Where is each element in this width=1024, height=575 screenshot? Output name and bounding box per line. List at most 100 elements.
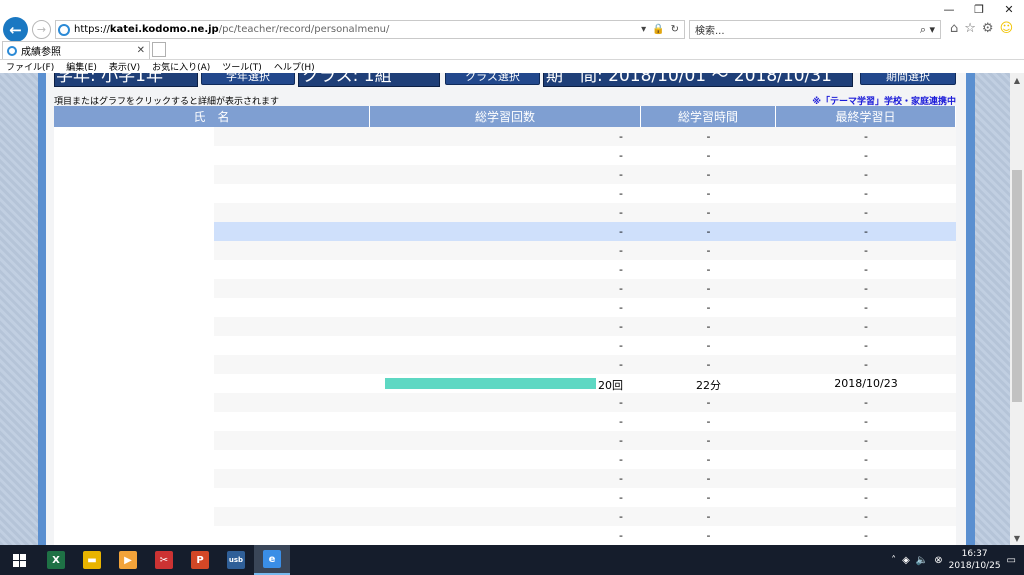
study-count-bar[interactable] <box>385 378 596 389</box>
table-row[interactable]: --- <box>54 203 956 222</box>
study-count-cell[interactable]: - <box>370 431 641 450</box>
study-count-cell[interactable]: - <box>370 146 641 165</box>
student-name-cell[interactable] <box>54 317 370 336</box>
student-name-cell[interactable] <box>54 241 370 260</box>
column-header-name[interactable]: 氏 名 <box>54 106 370 127</box>
table-row[interactable]: 20回 22分 2018/10/23 <box>54 374 956 393</box>
table-row[interactable]: --- <box>54 241 956 260</box>
student-name-cell[interactable] <box>54 184 370 203</box>
menu-file[interactable]: ファイル(F) <box>6 60 54 73</box>
media-player-app[interactable]: ▶ <box>110 545 146 575</box>
student-name-cell[interactable] <box>54 393 370 412</box>
table-row[interactable]: --- <box>54 488 956 507</box>
address-bar[interactable]: https:// katei.kodomo.ne.jp /pc/teacher/… <box>55 20 685 39</box>
table-row[interactable]: --- <box>54 450 956 469</box>
back-button[interactable]: ← <box>3 17 28 42</box>
table-row[interactable]: --- <box>54 393 956 412</box>
tab-active[interactable]: 成績参照 ✕ <box>2 41 150 59</box>
menu-edit[interactable]: 編集(E) <box>66 60 97 73</box>
close-icon[interactable]: ✕ <box>994 0 1024 18</box>
menu-help[interactable]: ヘルプ(H) <box>274 60 315 73</box>
table-row[interactable]: --- <box>54 412 956 431</box>
restore-icon[interactable]: ❐ <box>964 0 994 18</box>
scroll-thumb[interactable] <box>1012 170 1022 402</box>
table-row[interactable]: --- <box>54 165 956 184</box>
student-name-cell[interactable] <box>54 127 370 146</box>
column-header-count[interactable]: 総学習回数 <box>370 106 641 127</box>
table-row[interactable]: --- <box>54 507 956 526</box>
file-explorer-app[interactable]: ▬ <box>74 545 110 575</box>
table-row[interactable]: --- <box>54 336 956 355</box>
forward-button[interactable]: → <box>32 20 51 39</box>
gear-icon[interactable]: ⚙ <box>982 21 994 36</box>
search-icon[interactable]: ⌕ ▾ <box>920 23 940 37</box>
study-count-cell[interactable]: 20回 <box>370 374 641 393</box>
study-count-cell[interactable]: - <box>370 203 641 222</box>
student-name-cell[interactable] <box>54 336 370 355</box>
study-count-cell[interactable]: - <box>370 241 641 260</box>
network-icon[interactable]: ◈ <box>902 555 910 566</box>
column-header-last-date[interactable]: 最終学習日 <box>776 106 956 127</box>
student-name-cell[interactable] <box>54 469 370 488</box>
study-count-cell[interactable]: - <box>370 450 641 469</box>
study-count-cell[interactable]: - <box>370 298 641 317</box>
table-row[interactable]: --- <box>54 298 956 317</box>
tab-close-icon[interactable]: ✕ <box>137 45 149 56</box>
star-icon[interactable]: ☆ <box>964 21 976 36</box>
powerpoint-app[interactable]: P <box>182 545 218 575</box>
student-name-cell[interactable] <box>54 260 370 279</box>
student-name-cell[interactable] <box>54 374 370 393</box>
study-count-cell[interactable]: - <box>370 526 641 545</box>
clock[interactable]: 16:37 2018/10/25 <box>949 548 1001 572</box>
study-count-cell[interactable]: - <box>370 279 641 298</box>
table-row[interactable]: --- <box>54 317 956 336</box>
usb-app[interactable]: usb <box>218 545 254 575</box>
table-row[interactable]: --- <box>54 526 956 545</box>
vertical-scrollbar[interactable]: ▲ ▼ <box>1010 73 1024 545</box>
menu-favorites[interactable]: お気に入り(A) <box>152 60 210 73</box>
table-row[interactable]: --- <box>54 146 956 165</box>
study-count-cell[interactable]: - <box>370 355 641 374</box>
study-count-cell[interactable]: - <box>370 469 641 488</box>
internet-explorer-app[interactable]: e <box>254 545 290 575</box>
excel-app[interactable]: X <box>38 545 74 575</box>
student-name-cell[interactable] <box>54 355 370 374</box>
study-count-cell[interactable]: - <box>370 184 641 203</box>
study-count-cell[interactable]: - <box>370 336 641 355</box>
feedback-smiley-icon[interactable]: ☺ <box>1000 21 1014 36</box>
student-name-cell[interactable] <box>54 146 370 165</box>
table-row[interactable]: --- <box>54 431 956 450</box>
study-count-cell[interactable]: - <box>370 488 641 507</box>
search-input[interactable]: 検索... ⌕ ▾ <box>689 20 941 39</box>
new-tab-button[interactable] <box>152 42 166 57</box>
student-name-cell[interactable] <box>54 507 370 526</box>
student-name-cell[interactable] <box>54 298 370 317</box>
chevron-up-icon[interactable]: ˄ <box>891 555 896 566</box>
student-name-cell[interactable] <box>54 488 370 507</box>
minimize-icon[interactable]: — <box>934 0 964 18</box>
student-name-cell[interactable] <box>54 165 370 184</box>
refresh-icon[interactable]: ↻ <box>671 24 679 35</box>
lock-icon[interactable]: 🔒 <box>652 24 664 35</box>
grade-select-button[interactable]: 学年選択 <box>201 73 295 85</box>
study-count-cell[interactable]: - <box>370 393 641 412</box>
notification-icon[interactable]: ▭ <box>1007 555 1016 566</box>
student-name-cell[interactable] <box>54 450 370 469</box>
study-count-cell[interactable]: - <box>370 165 641 184</box>
study-count-cell[interactable]: - <box>370 317 641 336</box>
table-row[interactable]: --- <box>54 222 956 241</box>
scroll-up-icon[interactable]: ▲ <box>1010 73 1024 87</box>
table-row[interactable]: --- <box>54 184 956 203</box>
student-name-cell[interactable] <box>54 526 370 545</box>
student-name-cell[interactable] <box>54 279 370 298</box>
study-count-cell[interactable]: - <box>370 412 641 431</box>
study-count-cell[interactable]: - <box>370 222 641 241</box>
class-select-button[interactable]: クラス選択 <box>445 73 540 85</box>
table-row[interactable]: --- <box>54 279 956 298</box>
menu-view[interactable]: 表示(V) <box>109 60 140 73</box>
snipping-tool-app[interactable]: ✂ <box>146 545 182 575</box>
home-icon[interactable]: ⌂ <box>950 21 958 36</box>
table-row[interactable]: --- <box>54 355 956 374</box>
ime-icon[interactable]: ⊗ <box>934 555 942 566</box>
scroll-down-icon[interactable]: ▼ <box>1010 531 1024 545</box>
